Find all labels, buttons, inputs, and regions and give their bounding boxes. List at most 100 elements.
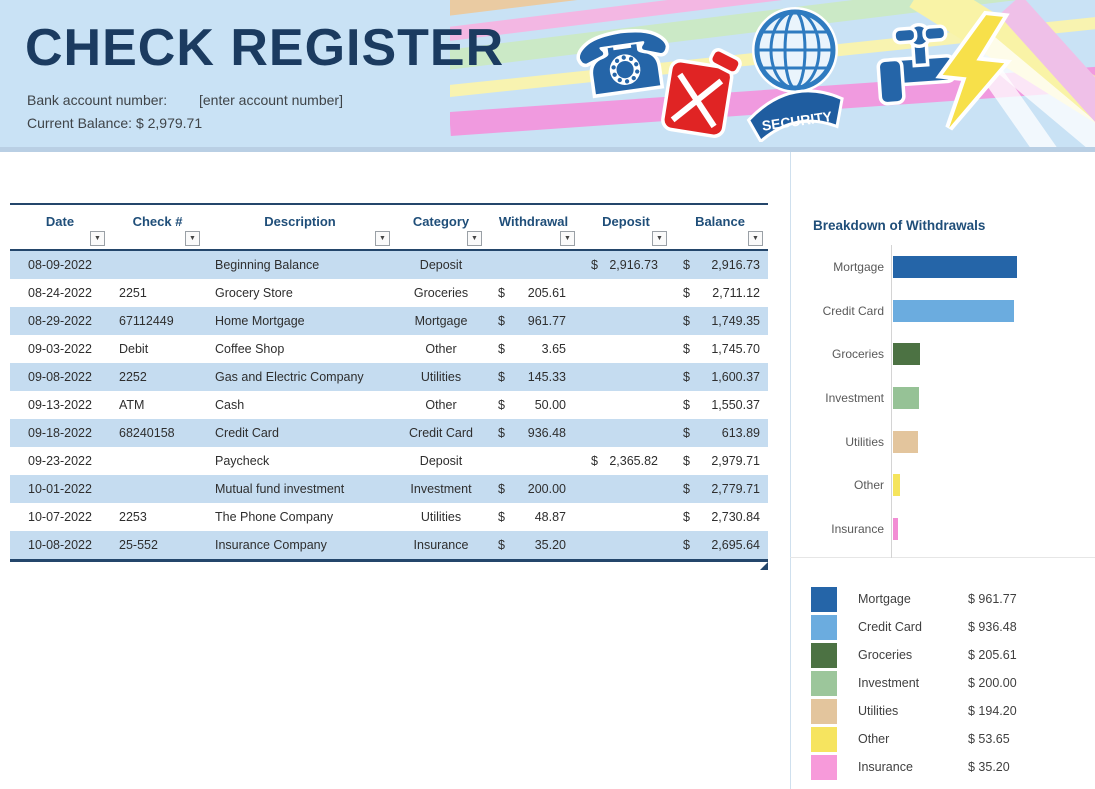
category-cell[interactable]: Insurance	[395, 538, 487, 552]
date-cell[interactable]: 08-29-2022	[10, 314, 110, 328]
date-cell[interactable]: 10-07-2022	[10, 510, 110, 524]
description-cell[interactable]: Credit Card	[205, 426, 395, 440]
check-number-cell[interactable]: 67112449	[110, 314, 205, 328]
legend-value: $ 194.20	[968, 704, 1017, 718]
amount: 961.77	[528, 314, 566, 328]
balance-cell[interactable]: $613.89	[672, 426, 768, 440]
filter-dropdown-button[interactable]: ▼	[90, 231, 105, 246]
category-cell[interactable]: Deposit	[395, 454, 487, 468]
filter-dropdown-button[interactable]: ▼	[375, 231, 390, 246]
column-header-category: Category▼	[395, 205, 487, 249]
check-number-cell[interactable]: 2253	[110, 510, 205, 524]
withdrawal-cell[interactable]: $936.48	[487, 426, 580, 440]
balance-cell[interactable]: $2,779.71	[672, 482, 768, 496]
legend-label: Utilities	[858, 704, 968, 718]
table-row: 09-13-2022ATMCashOther$50.00 $1,550.37	[10, 391, 768, 419]
description-cell[interactable]: The Phone Company	[205, 510, 395, 524]
check-number-cell[interactable]: 2252	[110, 370, 205, 384]
filter-dropdown-button[interactable]: ▼	[560, 231, 575, 246]
withdrawal-cell[interactable]: $205.61	[487, 286, 580, 300]
check-number-cell[interactable]: ATM	[110, 398, 205, 412]
currency-symbol: $	[683, 370, 690, 384]
currency-symbol: $	[683, 510, 690, 524]
balance-cell[interactable]: $2,730.84	[672, 510, 768, 524]
bar-row: Groceries	[813, 332, 1053, 376]
description-cell[interactable]: Coffee Shop	[205, 342, 395, 356]
description-cell[interactable]: Cash	[205, 398, 395, 412]
description-cell[interactable]: Grocery Store	[205, 286, 395, 300]
filter-dropdown-button[interactable]: ▼	[185, 231, 200, 246]
check-number-cell[interactable]: 2251	[110, 286, 205, 300]
balance-cell[interactable]: $1,600.37	[672, 370, 768, 384]
description-cell[interactable]: Mutual fund investment	[205, 482, 395, 496]
legend-row: Investment$ 200.00	[811, 669, 1081, 697]
check-number-cell[interactable]: 68240158	[110, 426, 205, 440]
check-number-cell[interactable]: Debit	[110, 342, 205, 356]
description-cell[interactable]: Beginning Balance	[205, 258, 395, 272]
bar-groceries	[893, 343, 920, 365]
category-cell[interactable]: Other	[395, 398, 487, 412]
balance-cell[interactable]: $1,550.37	[672, 398, 768, 412]
legend-label: Mortgage	[858, 592, 968, 606]
bar-track	[891, 289, 1014, 333]
withdrawal-cell[interactable]: $200.00	[487, 482, 580, 496]
balance-cell[interactable]: $2,711.12	[672, 286, 768, 300]
legend-label: Other	[858, 732, 968, 746]
category-cell[interactable]: Other	[395, 342, 487, 356]
filter-dropdown-button[interactable]: ▼	[748, 231, 763, 246]
lightning-icon	[918, 3, 1026, 142]
date-cell[interactable]: 09-18-2022	[10, 426, 110, 440]
description-cell[interactable]: Insurance Company	[205, 538, 395, 552]
table-row: 10-01-2022 Mutual fund investmentInvestme…	[10, 475, 768, 503]
withdrawal-cell[interactable]: $50.00	[487, 398, 580, 412]
check-number-cell[interactable]: 25-552	[110, 538, 205, 552]
table-resize-handle[interactable]	[760, 562, 768, 570]
balance-cell[interactable]: $2,979.71	[672, 454, 768, 468]
filter-dropdown-button[interactable]: ▼	[652, 231, 667, 246]
category-cell[interactable]: Mortgage	[395, 314, 487, 328]
bar-row: Utilities	[813, 420, 1053, 464]
table-row: 08-24-20222251Grocery StoreGroceries$205…	[10, 279, 768, 307]
filter-dropdown-button[interactable]: ▼	[467, 231, 482, 246]
description-cell[interactable]: Gas and Electric Company	[205, 370, 395, 384]
category-cell[interactable]: Deposit	[395, 258, 487, 272]
date-cell[interactable]: 08-09-2022	[10, 258, 110, 272]
balance-cell[interactable]: $2,916.73	[672, 258, 768, 272]
date-cell[interactable]: 09-08-2022	[10, 370, 110, 384]
date-cell[interactable]: 09-03-2022	[10, 342, 110, 356]
column-header-check: Check #▼	[110, 205, 205, 249]
deposit-cell[interactable]: $2,916.73	[580, 258, 672, 272]
date-cell[interactable]: 10-08-2022	[10, 538, 110, 552]
balance-cell[interactable]: $1,749.35	[672, 314, 768, 328]
category-cell[interactable]: Groceries	[395, 286, 487, 300]
withdrawal-cell[interactable]: $35.20	[487, 538, 580, 552]
category-cell[interactable]: Credit Card	[395, 426, 487, 440]
category-cell[interactable]: Investment	[395, 482, 487, 496]
currency-symbol: $	[591, 454, 598, 468]
description-cell[interactable]: Home Mortgage	[205, 314, 395, 328]
category-cell[interactable]: Utilities	[395, 510, 487, 524]
legend-row: Other$ 53.65	[811, 725, 1081, 753]
withdrawal-cell[interactable]: $48.87	[487, 510, 580, 524]
column-header-withdrawal: Withdrawal▼	[487, 205, 580, 249]
balance-cell[interactable]: $1,745.70	[672, 342, 768, 356]
bar-category-label: Credit Card	[813, 304, 884, 318]
withdrawal-cell[interactable]: $145.33	[487, 370, 580, 384]
date-cell[interactable]: 10-01-2022	[10, 482, 110, 496]
withdrawal-cell[interactable]: $3.65	[487, 342, 580, 356]
amount: 3.65	[542, 342, 566, 356]
description-cell[interactable]: Paycheck	[205, 454, 395, 468]
amount: 2,711.12	[712, 286, 760, 300]
withdrawal-cell[interactable]: $961.77	[487, 314, 580, 328]
balance-cell[interactable]: $2,695.64	[672, 538, 768, 552]
date-cell[interactable]: 08-24-2022	[10, 286, 110, 300]
date-cell[interactable]: 09-13-2022	[10, 398, 110, 412]
account-number-field[interactable]: [enter account number]	[199, 92, 343, 108]
category-cell[interactable]: Utilities	[395, 370, 487, 384]
currency-symbol: $	[683, 286, 690, 300]
legend-row: Utilities$ 194.20	[811, 697, 1081, 725]
currency-symbol: $	[498, 538, 505, 552]
bar-track	[891, 507, 898, 551]
deposit-cell[interactable]: $2,365.82	[580, 454, 672, 468]
date-cell[interactable]: 09-23-2022	[10, 454, 110, 468]
